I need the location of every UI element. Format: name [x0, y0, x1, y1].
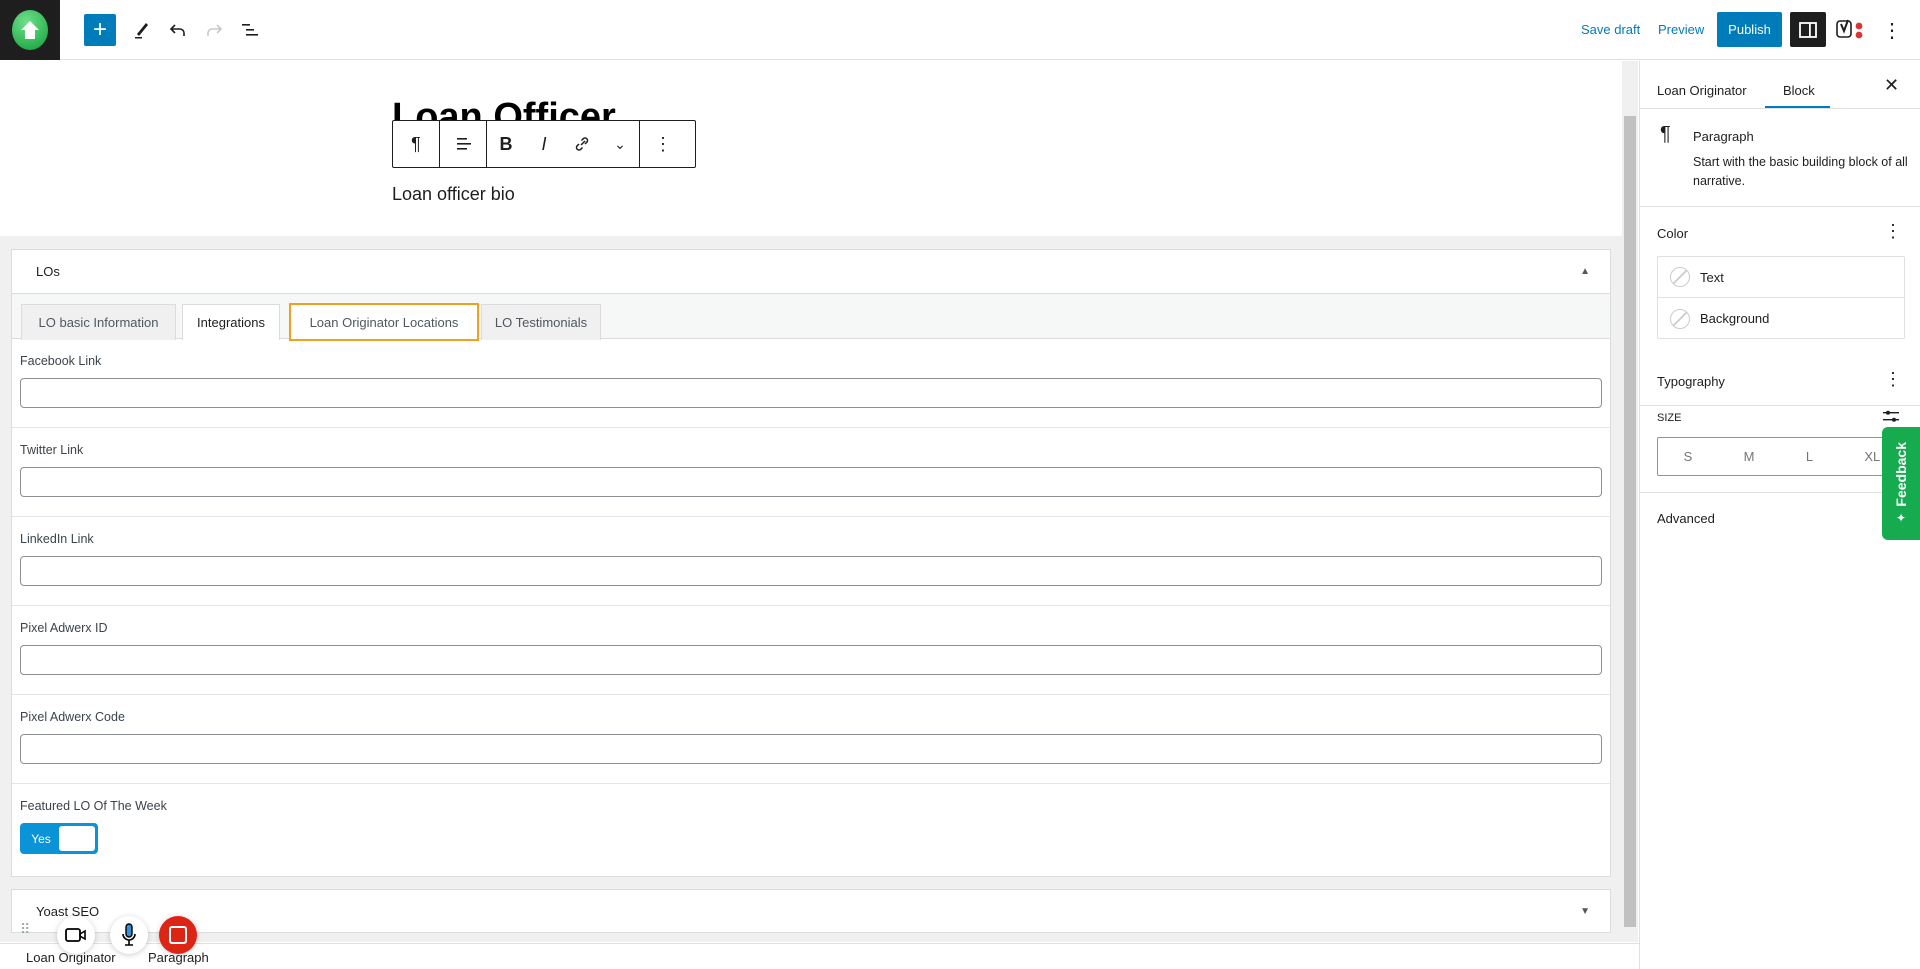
- pencil-icon[interactable]: [126, 14, 158, 46]
- list-view-icon[interactable]: [234, 14, 266, 46]
- typography-options-icon[interactable]: ⋮: [1884, 369, 1902, 390]
- pilcrow-icon[interactable]: ¶: [393, 121, 439, 167]
- empty-swatch-icon: [1670, 308, 1690, 329]
- undo-icon[interactable]: [162, 14, 194, 46]
- pilcrow-icon: ¶: [1660, 123, 1671, 145]
- microphone-icon[interactable]: [110, 916, 148, 954]
- tab-lo-basic-information[interactable]: LO basic Information: [21, 304, 176, 340]
- expand-arrow-icon[interactable]: ▼: [1580, 906, 1590, 917]
- featured-lo-toggle[interactable]: Yes: [20, 823, 98, 854]
- collapse-arrow-icon[interactable]: ▲: [1580, 266, 1590, 277]
- options-menu-icon[interactable]: ⋮: [1878, 14, 1906, 46]
- toggle-knob: [59, 826, 95, 851]
- top-toolbar: + Save draft Preview Publish ⋮: [0, 0, 1920, 60]
- size-m[interactable]: M: [1744, 449, 1755, 464]
- scrollbar-thumb[interactable]: [1624, 116, 1636, 927]
- drag-handle-icon[interactable]: ⠿: [20, 922, 36, 949]
- close-icon[interactable]: ✕: [1884, 75, 1899, 96]
- los-metabox-header[interactable]: LOs ▲: [12, 250, 1610, 294]
- camera-icon[interactable]: [57, 916, 95, 954]
- stop-recording-icon[interactable]: [159, 916, 197, 954]
- sidebar-tab-block[interactable]: Block: [1783, 83, 1815, 98]
- linkedin-link-input[interactable]: [20, 556, 1602, 586]
- more-vertical-icon[interactable]: ⋮: [640, 121, 686, 167]
- house-logo-icon: [12, 10, 48, 50]
- tab-integrations[interactable]: Integrations: [182, 304, 280, 340]
- site-logo[interactable]: [0, 0, 60, 60]
- field-label: Twitter Link: [20, 443, 84, 457]
- color-option-label: Text: [1700, 269, 1724, 285]
- settings-sidebar-toggle[interactable]: [1790, 12, 1826, 47]
- facebook-link-input[interactable]: [20, 378, 1602, 408]
- italic-icon[interactable]: I: [525, 121, 563, 167]
- save-draft-button[interactable]: Save draft: [1581, 22, 1640, 37]
- field-label: Featured LO Of The Week: [20, 799, 167, 813]
- pixel-adwerx-code-input[interactable]: [20, 734, 1602, 764]
- align-icon[interactable]: [440, 121, 486, 167]
- sidebar-icon: [1799, 21, 1817, 38]
- block-breadcrumb: Loan Originator Paragraph: [0, 943, 1640, 969]
- yoast-seo-header[interactable]: Yoast SEO ▼: [12, 890, 1610, 932]
- metabox-title: Yoast SEO: [36, 903, 100, 919]
- divider: [1640, 206, 1920, 207]
- color-text-option[interactable]: Text: [1658, 257, 1904, 298]
- linkedin-link-field: LinkedIn Link: [12, 517, 1610, 606]
- color-panel-title: Color: [1657, 226, 1689, 241]
- size-xl[interactable]: XL: [1864, 449, 1880, 464]
- feedback-label: Feedback: [1893, 442, 1909, 507]
- advanced-panel-toggle[interactable]: Advanced: [1657, 511, 1715, 526]
- field-label: Facebook Link: [20, 354, 102, 368]
- divider: [1640, 492, 1920, 493]
- redo-icon[interactable]: [198, 14, 230, 46]
- divider: [1640, 405, 1920, 406]
- block-toolbar: ¶ B I ⌄ ⋮: [392, 120, 696, 168]
- link-icon[interactable]: [563, 121, 601, 167]
- size-label: SIZE: [1657, 412, 1682, 424]
- facebook-link-field: Facebook Link: [12, 339, 1610, 428]
- sidebar-tab-loan-originator[interactable]: Loan Originator: [1657, 83, 1747, 98]
- feedback-button[interactable]: Feedback ✦: [1882, 427, 1920, 540]
- preview-button[interactable]: Preview: [1658, 22, 1704, 37]
- pixel-adwerx-id-input[interactable]: [20, 645, 1602, 675]
- field-label: Pixel Adwerx Code: [20, 710, 125, 724]
- color-options: Text Background: [1657, 256, 1905, 339]
- sliders-icon[interactable]: [1882, 408, 1900, 427]
- add-block-button[interactable]: +: [84, 14, 116, 46]
- typography-panel-title: Typography: [1657, 374, 1725, 389]
- featured-lo-field: Featured LO Of The Week Yes: [12, 784, 1610, 873]
- font-size-picker: S M L XL: [1657, 437, 1907, 476]
- field-label: Pixel Adwerx ID: [20, 621, 108, 635]
- metabox-tabs: LO basic Information Integrations Loan O…: [12, 294, 1610, 341]
- los-metabox: LOs ▲ LO basic Information Integrations L…: [11, 249, 1611, 877]
- size-s[interactable]: S: [1684, 449, 1693, 464]
- field-label: LinkedIn Link: [20, 532, 94, 546]
- settings-sidebar: Loan Originator Block ✕ ¶ Paragraph Star…: [1639, 61, 1920, 969]
- chevron-down-icon[interactable]: ⌄: [601, 121, 639, 167]
- twitter-link-field: Twitter Link: [12, 428, 1610, 517]
- bold-icon[interactable]: B: [487, 121, 525, 167]
- block-description: Start with the basic building block of a…: [1693, 155, 1908, 188]
- divider: [1640, 108, 1920, 109]
- color-option-label: Background: [1700, 311, 1770, 326]
- pixel-adwerx-code-field: Pixel Adwerx Code: [12, 695, 1610, 784]
- empty-swatch-icon: [1670, 267, 1690, 287]
- yoast-icon[interactable]: [1834, 14, 1866, 46]
- toggle-label: Yes: [31, 831, 51, 846]
- yoast-seo-metabox: Yoast SEO ▼: [11, 889, 1611, 933]
- metabox-title: LOs: [36, 264, 60, 279]
- size-l[interactable]: L: [1806, 449, 1813, 464]
- pixel-adwerx-id-field: Pixel Adwerx ID: [12, 606, 1610, 695]
- color-options-icon[interactable]: ⋮: [1884, 221, 1902, 242]
- color-background-option[interactable]: Background: [1658, 298, 1904, 339]
- twitter-link-input[interactable]: [20, 467, 1602, 497]
- block-name: Paragraph: [1693, 129, 1754, 144]
- publish-button[interactable]: Publish: [1717, 12, 1782, 47]
- tab-loan-originator-locations[interactable]: Loan Originator Locations: [289, 303, 479, 341]
- tab-lo-testimonials[interactable]: LO Testimonials: [481, 304, 601, 340]
- paragraph-block[interactable]: Loan officer bio: [392, 184, 515, 205]
- sparkle-icon: ✦: [1895, 510, 1907, 525]
